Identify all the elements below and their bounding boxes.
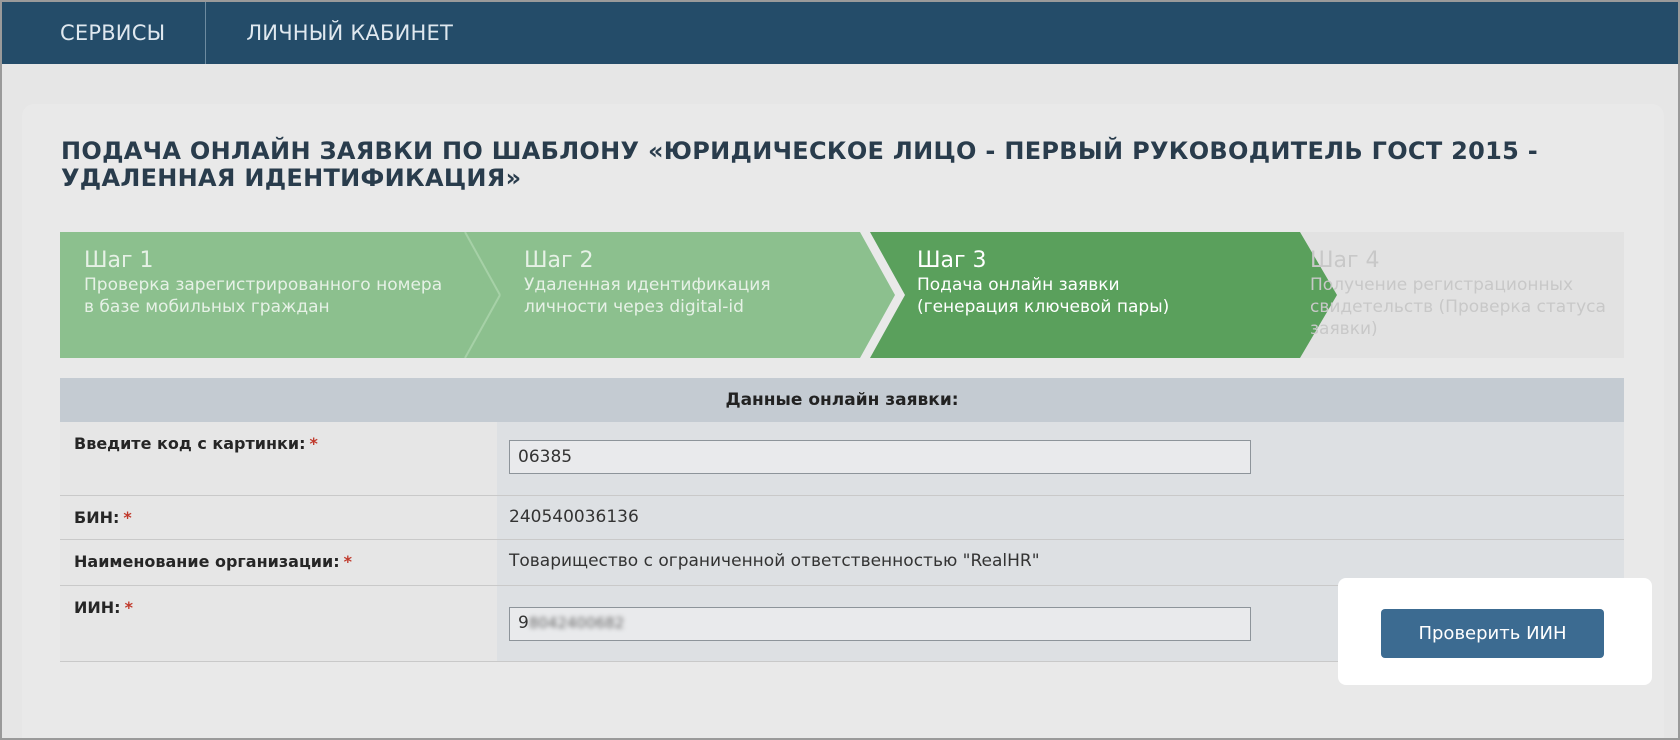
org-label-cell: Наименование организации: * <box>60 540 497 585</box>
bin-label: БИН: <box>74 508 120 527</box>
check-iin-button[interactable]: Проверить ИИН <box>1381 609 1604 658</box>
required-mark: * <box>124 598 133 617</box>
form-header: Данные онлайн заявки: <box>60 378 1624 422</box>
step-4: Шаг 4 Получение регистрационных свидетел… <box>1310 248 1610 340</box>
step-2-title: Шаг 2 <box>524 248 594 273</box>
page-title: ПОДАЧА ОНЛАЙН ЗАЯВКИ ПО ШАБЛОНУ «ЮРИДИЧЕ… <box>61 137 1539 192</box>
iin-label-cell: ИИН: * <box>60 586 497 661</box>
step-1-desc: Проверка зарегистрированного номера в ба… <box>84 275 443 317</box>
required-mark: * <box>123 508 132 527</box>
steps-progress: Шаг 1 Проверка зарегистрированного номер… <box>60 232 1624 358</box>
step-1-title: Шаг 1 <box>84 248 154 273</box>
nav-services[interactable]: СЕРВИСЫ <box>2 2 205 64</box>
step-2: Шаг 2 Удаленная идентификация личности ч… <box>524 248 844 318</box>
app-frame: СЕРВИСЫ ЛИЧНЫЙ КАБИНЕТ ПОДАЧА ОНЛАЙН ЗАЯ… <box>0 0 1680 740</box>
form-row-bin: БИН: * 240540036136 <box>60 496 1624 540</box>
form-row-captcha: Введите код с картинки: * 06385 <box>60 422 1624 496</box>
step-3-desc: Подача онлайн заявки (генерация ключевой… <box>917 275 1170 317</box>
iin-blurred-digits: 8042400682 <box>528 614 625 632</box>
iin-visible-digit: 9 <box>518 613 529 633</box>
step-3: Шаг 3 Подача онлайн заявки (генерация кл… <box>917 248 1217 318</box>
bin-label-cell: БИН: * <box>60 496 497 539</box>
bin-value: 240540036136 <box>497 496 1624 539</box>
step-4-desc: Получение регистрационных свидетельств (… <box>1310 275 1606 339</box>
step-3-title: Шаг 3 <box>917 248 987 273</box>
captcha-label: Введите код с картинки: <box>74 434 306 453</box>
iin-input[interactable]: 98042400682 <box>509 607 1251 641</box>
captcha-value-cell: 06385 <box>497 422 1624 495</box>
captcha-label-cell: Введите код с картинки: * <box>60 422 497 495</box>
required-mark: * <box>309 434 318 453</box>
nav-personal-cabinet[interactable]: ЛИЧНЫЙ КАБИНЕТ <box>205 2 493 64</box>
top-navigation: СЕРВИСЫ ЛИЧНЫЙ КАБИНЕТ <box>2 2 1678 64</box>
iin-label: ИИН: <box>74 598 121 617</box>
captcha-input[interactable] <box>509 440 1251 474</box>
step-2-desc: Удаленная идентификация личности через d… <box>524 275 771 317</box>
required-mark: * <box>343 552 352 571</box>
step-1: Шаг 1 Проверка зарегистрированного номер… <box>84 248 444 318</box>
org-label: Наименование организации: <box>74 552 340 571</box>
step-4-title: Шаг 4 <box>1310 248 1380 273</box>
